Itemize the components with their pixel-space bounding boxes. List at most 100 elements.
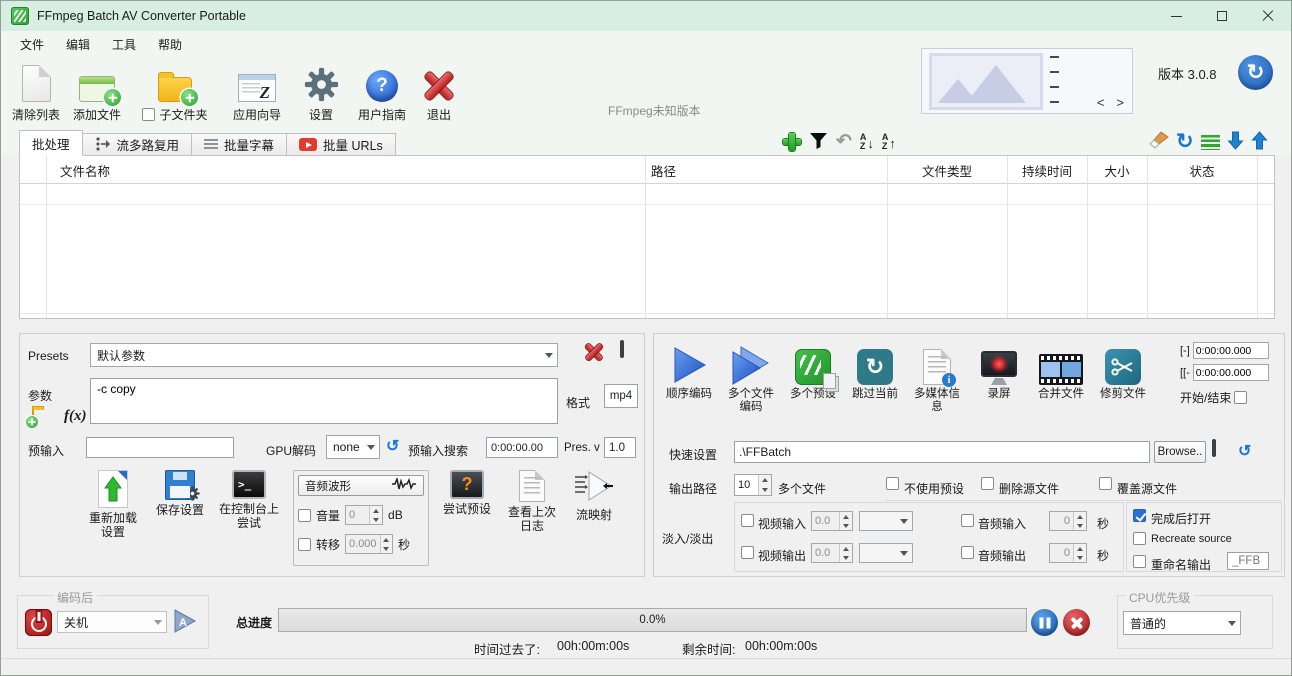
overwrite-source-checkbox[interactable] bbox=[1099, 477, 1112, 490]
col-filetype[interactable]: 文件类型 bbox=[887, 156, 1007, 184]
pres-version-input[interactable] bbox=[604, 437, 636, 458]
video-out-spinner[interactable]: 0.0 bbox=[811, 543, 853, 563]
sort-az-up-icon[interactable]: AZ↑ bbox=[882, 133, 896, 151]
col-filename[interactable]: 文件名称 bbox=[46, 156, 645, 184]
delete-source-checkbox[interactable] bbox=[981, 477, 994, 490]
filter-icon[interactable] bbox=[809, 132, 828, 153]
rename-output-checkbox[interactable] bbox=[1133, 555, 1146, 568]
multi-preset-button[interactable]: 多个预设 bbox=[782, 339, 844, 414]
rename-suffix-input[interactable] bbox=[1227, 552, 1269, 570]
multi-file-encode-button[interactable]: 多个文件编码 bbox=[720, 339, 782, 414]
video-in-spinner[interactable]: 0.0 bbox=[811, 511, 853, 531]
trim-files-button[interactable]: 修剪文件 bbox=[1092, 339, 1154, 414]
video-in-effect-select[interactable] bbox=[859, 511, 913, 531]
browse-button[interactable]: Browse.. bbox=[1154, 441, 1206, 463]
audio-out-checkbox[interactable] bbox=[961, 546, 974, 559]
cut-end-input[interactable] bbox=[1193, 364, 1269, 381]
cpu-priority-select[interactable]: 普通的 bbox=[1123, 611, 1241, 635]
tab-urls[interactable]: 批量 URLs bbox=[287, 133, 396, 156]
reset-path-icon[interactable]: ↺ bbox=[1238, 443, 1251, 461]
menu-edit[interactable]: 编辑 bbox=[55, 32, 101, 57]
preview-prev-button[interactable]: < bbox=[1097, 95, 1105, 110]
preview-next-button[interactable]: > bbox=[1116, 95, 1124, 110]
pause-button[interactable] bbox=[1031, 609, 1058, 636]
clear-list-button[interactable]: 清除列表 bbox=[7, 59, 65, 123]
menu-tools[interactable]: 工具 bbox=[101, 32, 147, 57]
add-item-icon[interactable] bbox=[783, 133, 801, 151]
exit-button[interactable]: 退出 bbox=[415, 59, 463, 123]
audio-in-checkbox[interactable] bbox=[961, 514, 974, 527]
audio-waveform-button[interactable]: 音频波形 bbox=[298, 475, 424, 496]
view-log-button[interactable]: 查看上次日志 bbox=[505, 470, 559, 533]
spinner-arrows-icon[interactable] bbox=[839, 512, 852, 530]
format-input[interactable] bbox=[604, 384, 638, 408]
fx-function-icon[interactable]: f(x) bbox=[64, 408, 87, 425]
stop-button[interactable] bbox=[1063, 609, 1090, 636]
reset-search-icon[interactable]: ↺ bbox=[386, 438, 399, 456]
refresh-icon[interactable]: ↻ bbox=[1176, 132, 1194, 152]
media-info-button[interactable]: i 多媒体信息 bbox=[906, 339, 968, 414]
brush-icon[interactable] bbox=[1149, 131, 1169, 153]
sequential-encode-button[interactable]: 顺序编码 bbox=[658, 339, 720, 414]
recreate-source-checkbox[interactable] bbox=[1133, 532, 1146, 545]
shutdown-select[interactable]: 关机 bbox=[57, 611, 167, 633]
maximize-button[interactable] bbox=[1199, 1, 1245, 31]
spinner-arrows-icon[interactable] bbox=[1073, 544, 1086, 562]
presets-select[interactable]: 默认参数 bbox=[90, 343, 558, 367]
save-settings-button[interactable]: 保存设置 bbox=[155, 470, 205, 517]
add-files-button[interactable]: 添加文件 bbox=[65, 59, 129, 123]
tab-batch[interactable]: 批处理 bbox=[19, 130, 83, 156]
audio-out-spinner[interactable]: 0 bbox=[1049, 543, 1087, 563]
skip-current-button[interactable]: ↻ 跳过当前 bbox=[844, 339, 906, 414]
settings-button[interactable]: 设置 bbox=[293, 59, 349, 123]
folder-add-icon[interactable] bbox=[32, 409, 34, 425]
col-size[interactable]: 大小 bbox=[1087, 156, 1147, 184]
spinner-arrows-icon[interactable] bbox=[380, 535, 392, 553]
stream-map-button[interactable]: 流映射 bbox=[572, 470, 616, 522]
volume-spinner[interactable]: 0 bbox=[345, 505, 383, 525]
spinner-arrows-icon[interactable] bbox=[758, 475, 771, 495]
volume-checkbox[interactable] bbox=[298, 509, 311, 522]
auto-action-icon[interactable]: A bbox=[171, 608, 197, 637]
try-preset-button[interactable]: ? 尝试预设 bbox=[442, 470, 492, 516]
tab-subtitles[interactable]: 批量字幕 bbox=[192, 133, 287, 156]
audio-in-spinner[interactable]: 0 bbox=[1049, 511, 1087, 531]
search-time-input[interactable] bbox=[486, 437, 558, 458]
no-preset-checkbox[interactable] bbox=[886, 477, 899, 490]
move-down-icon[interactable] bbox=[1227, 131, 1244, 153]
cut-start-input[interactable] bbox=[1193, 342, 1269, 359]
undo-icon[interactable]: ↶ bbox=[836, 133, 852, 151]
shift-checkbox[interactable] bbox=[298, 538, 311, 551]
user-guide-button[interactable]: ? 用户指南 bbox=[349, 59, 415, 123]
power-icon[interactable] bbox=[25, 609, 52, 636]
try-console-button[interactable]: >_ 在控制台上尝试 bbox=[218, 470, 280, 530]
subfolders-tool[interactable]: 子文件夹 bbox=[129, 59, 221, 123]
menu-file[interactable]: 文件 bbox=[9, 32, 55, 57]
shift-spinner[interactable]: 0.000 bbox=[345, 534, 393, 554]
edit-path-icon[interactable] bbox=[1212, 439, 1216, 457]
video-out-checkbox[interactable] bbox=[741, 546, 754, 559]
spinner-arrows-icon[interactable] bbox=[1073, 512, 1086, 530]
sort-az-down-icon[interactable]: AZ↓ bbox=[860, 133, 874, 151]
tab-mux[interactable]: 流多路复用 bbox=[83, 133, 193, 156]
video-in-checkbox[interactable] bbox=[741, 514, 754, 527]
subfolders-checkbox[interactable] bbox=[142, 108, 155, 121]
screen-record-button[interactable]: 录屏 bbox=[968, 339, 1030, 414]
close-button[interactable] bbox=[1245, 1, 1291, 31]
col-status[interactable]: 状态 bbox=[1147, 156, 1257, 184]
preinput-input[interactable] bbox=[86, 437, 234, 458]
minimize-button[interactable] bbox=[1153, 1, 1199, 31]
menu-help[interactable]: 帮助 bbox=[147, 32, 193, 57]
col-path[interactable]: 路径 bbox=[645, 156, 887, 184]
params-input[interactable]: -c copy bbox=[90, 378, 558, 424]
multi-count-spinner[interactable]: 10 bbox=[734, 474, 772, 496]
app-wizard-button[interactable]: Z 应用向导 bbox=[221, 59, 293, 123]
col-duration[interactable]: 持续时间 bbox=[1007, 156, 1087, 184]
join-files-button[interactable]: 合并文件 bbox=[1030, 339, 1092, 414]
output-folder-input[interactable] bbox=[734, 441, 1150, 463]
open-after-checkbox[interactable] bbox=[1133, 509, 1146, 522]
spinner-arrows-icon[interactable] bbox=[839, 544, 852, 562]
file-table[interactable]: 文件名称 路径 文件类型 持续时间 大小 状态 bbox=[19, 155, 1275, 319]
video-out-effect-select[interactable] bbox=[859, 543, 913, 563]
list-icon[interactable] bbox=[1201, 135, 1220, 150]
